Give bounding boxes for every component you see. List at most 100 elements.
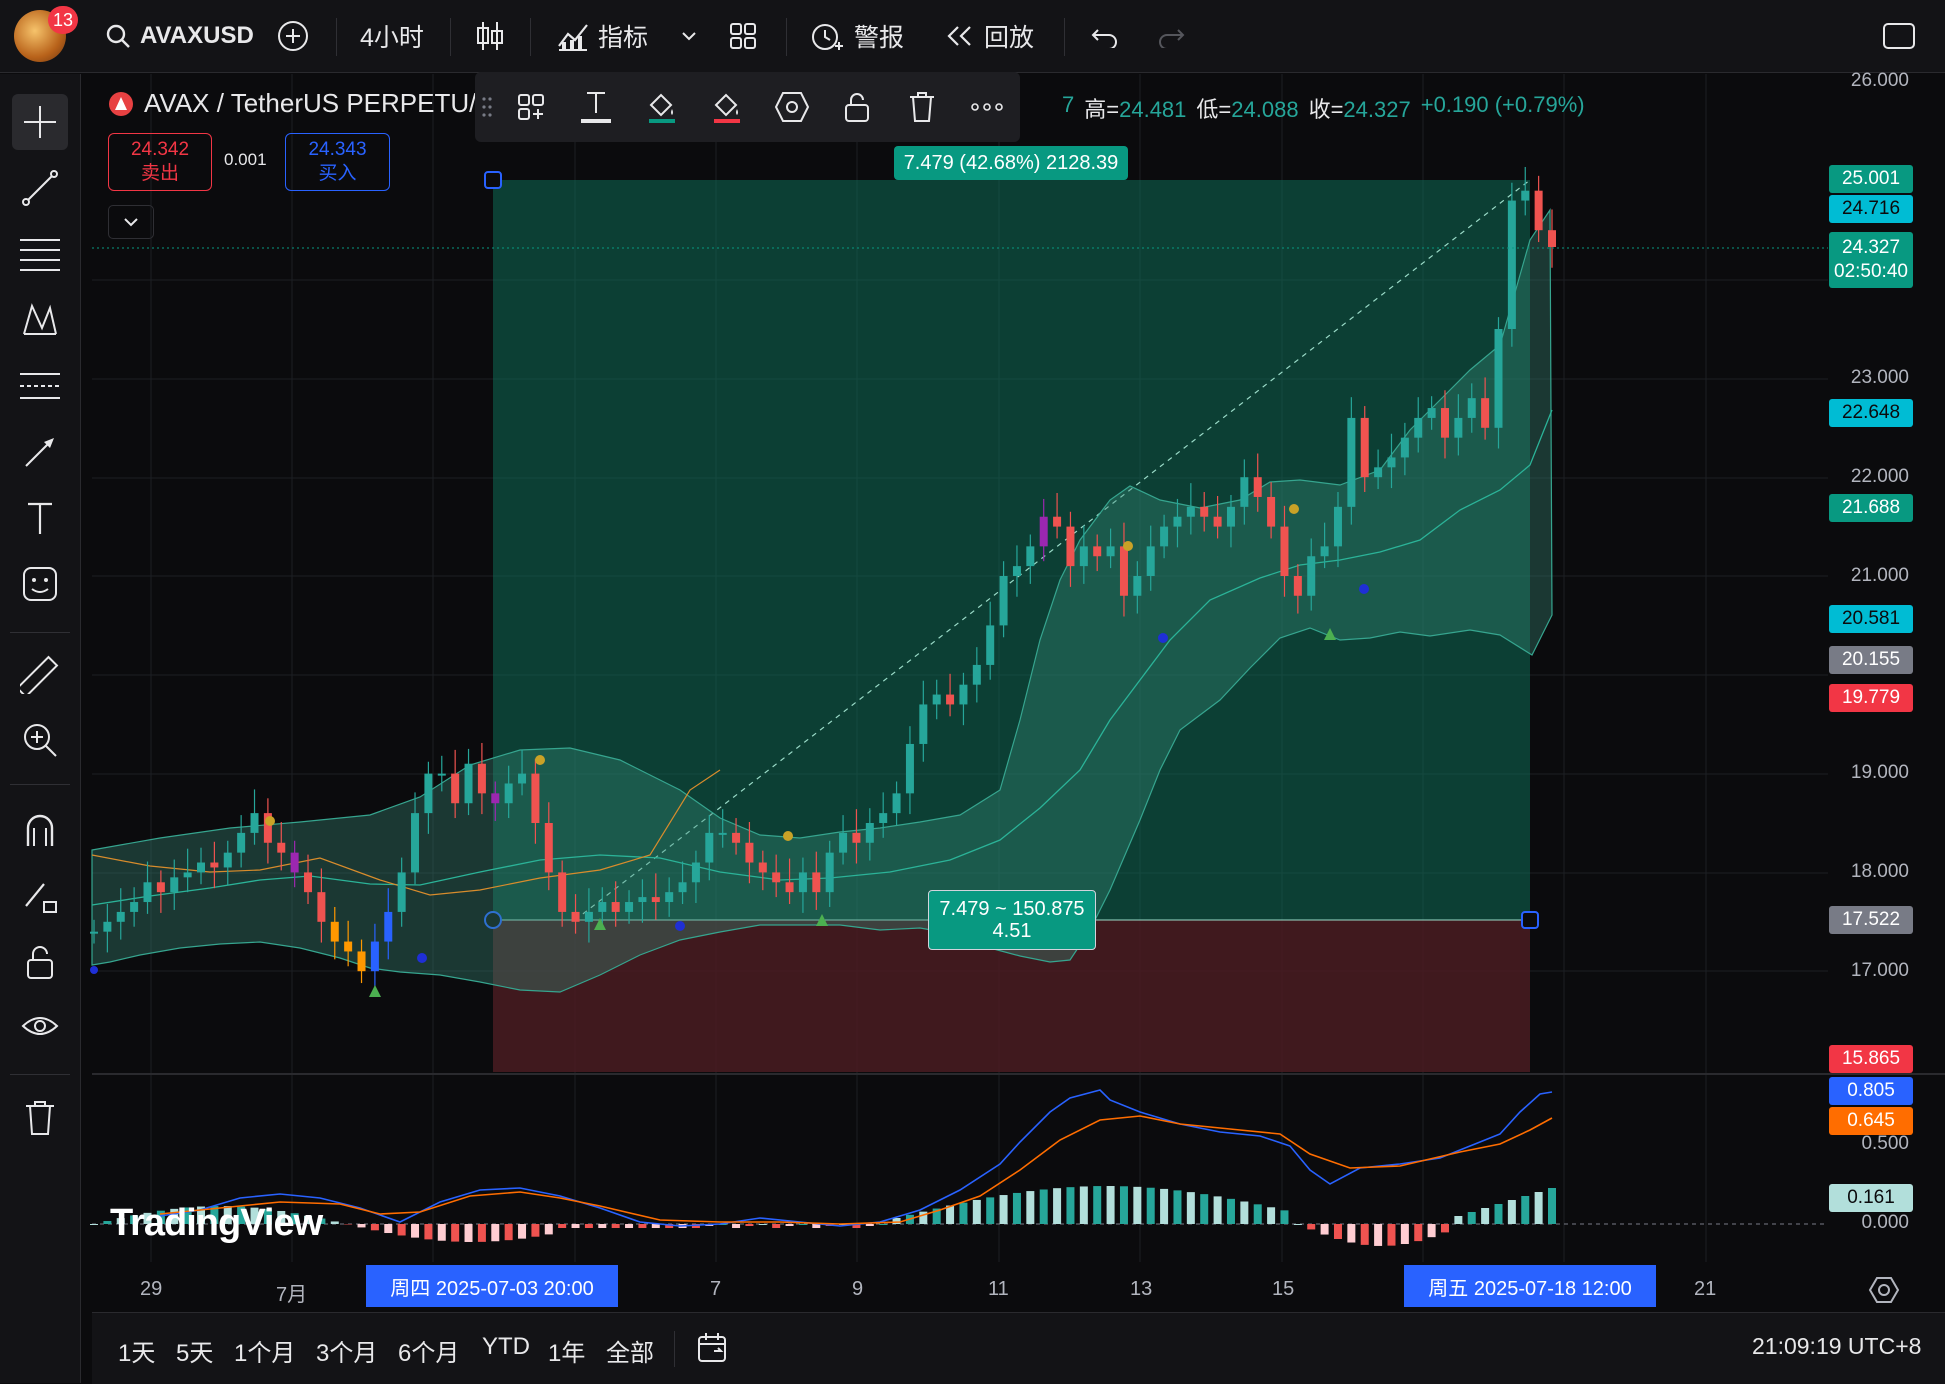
candle-body [438,774,446,776]
text-style-button[interactable] [564,72,629,142]
price-chart[interactable] [0,0,1945,1383]
candle-body [1240,477,1248,507]
macd-histogram-bar [1280,1210,1288,1224]
high-value: 24.481 [1119,97,1186,122]
drag-handle[interactable] [475,72,499,142]
macd-histogram-bar [545,1224,553,1234]
time-tick: 11 [988,1278,1009,1301]
range-button[interactable]: 6个月 [398,1333,459,1368]
time-axis-settings-button[interactable] [1868,1274,1900,1311]
macd-histogram-bar [585,1224,593,1228]
candle-body [1053,517,1061,527]
buy-label: 买入 [286,162,389,186]
macd-histogram-bar [946,1206,954,1224]
sell-label: 卖出 [109,162,211,186]
range-button[interactable]: 全部 [606,1333,654,1368]
macd-histogram-bar [371,1224,379,1230]
candle-body [1374,467,1382,477]
price-label: 19.779 [1829,684,1913,712]
go-to-date-button[interactable] [696,1331,730,1370]
candle-body [1454,418,1462,438]
settings-button[interactable] [759,72,824,142]
time-range-end: 周五 2025-07-18 12:00 [1404,1265,1656,1307]
candle-body [625,902,633,912]
macd-histogram-bar [1441,1224,1449,1232]
macd-histogram-bar [1521,1196,1529,1224]
candle-body [959,685,967,705]
candle-body [1334,507,1342,547]
collapse-legend-button[interactable] [108,205,154,239]
stop-color-button[interactable] [694,72,759,142]
macd-histogram-bar [638,1224,646,1228]
candle-body [986,625,994,665]
candle-body [612,902,620,912]
signal-line [160,1116,1552,1224]
bar-countdown: 02:50:40 [1834,260,1908,284]
candle-body [224,853,232,868]
time-tick: 13 [1130,1278,1152,1301]
candle-body [304,872,312,892]
candle-body [1227,507,1235,527]
text-underline-icon [579,89,613,125]
symbol-legend[interactable]: AVAX / TetherUS PERPETU/ [108,88,476,119]
handle-right[interactable] [1522,912,1538,928]
range-button[interactable]: 1年 [548,1333,585,1368]
clock[interactable]: 21:09:19 UTC+8 [1752,1333,1921,1360]
candle-body [1147,546,1155,576]
candle-body [839,833,847,853]
close-value: 24.327 [1343,97,1410,122]
candle-body [1535,191,1543,231]
candle-body [1026,546,1034,566]
gear-icon [1868,1274,1900,1306]
range-button[interactable]: YTD [482,1333,530,1361]
range-button[interactable]: 1个月 [234,1333,295,1368]
candle-body [1066,527,1074,567]
lock-button[interactable] [824,72,889,142]
candle-body [210,863,218,868]
range-button[interactable]: 5天 [176,1333,213,1368]
macd-histogram-bar [973,1200,981,1224]
candle-body [719,833,727,835]
range-button[interactable]: 3个月 [316,1333,377,1368]
macd-histogram-bar [1294,1224,1302,1225]
candle-body [1214,517,1222,527]
candle-body [772,872,780,882]
macd-histogram-bar [1307,1224,1315,1229]
symbol-title: AVAX / TetherUS PERPETU/ [144,88,476,119]
range-button[interactable]: 1天 [118,1333,155,1368]
macd-histogram-bar [786,1224,794,1226]
handle-top-left[interactable] [485,172,501,188]
more-button[interactable] [955,72,1020,142]
candle-body [946,695,954,705]
candle-body [705,833,713,863]
fill-color-button[interactable] [629,72,694,142]
tradingview-logo[interactable]: TradingView [110,1202,322,1245]
macd-histogram-bar [1080,1186,1088,1224]
template-icon [516,92,546,122]
price-tick: 22.000 [1851,466,1909,488]
macd-histogram-bar [465,1224,473,1242]
macd-histogram-bar [1321,1224,1329,1235]
candle-body [1294,576,1302,596]
candle-body [197,863,205,873]
macd-histogram-bar [986,1197,994,1224]
price-label: 25.001 [1829,165,1913,193]
time-tick: 7 [710,1278,721,1301]
macd-histogram-bar [745,1224,753,1226]
macd-histogram-bar [1120,1186,1128,1224]
unlock-icon [842,90,872,124]
time-tick: 7月 [276,1278,307,1307]
candle-body [1481,398,1489,428]
macd-histogram-bar [625,1224,633,1228]
buy-button[interactable]: 24.343 买入 [285,133,390,191]
candle-body [786,882,794,892]
delete-drawing-button[interactable] [890,72,955,142]
ohlc-values: 7 高=24.481 低=24.088 收=24.327 +0.190 (+0.… [1062,92,1585,124]
price-label: 24.716 [1829,195,1913,223]
macd-histogram-bar [1227,1199,1235,1224]
template-button[interactable] [499,72,564,142]
candle-body [331,922,339,942]
macd-histogram-bar [518,1224,526,1239]
sell-button[interactable]: 24.342 卖出 [108,133,212,191]
macd-histogram-bar [1107,1186,1115,1224]
